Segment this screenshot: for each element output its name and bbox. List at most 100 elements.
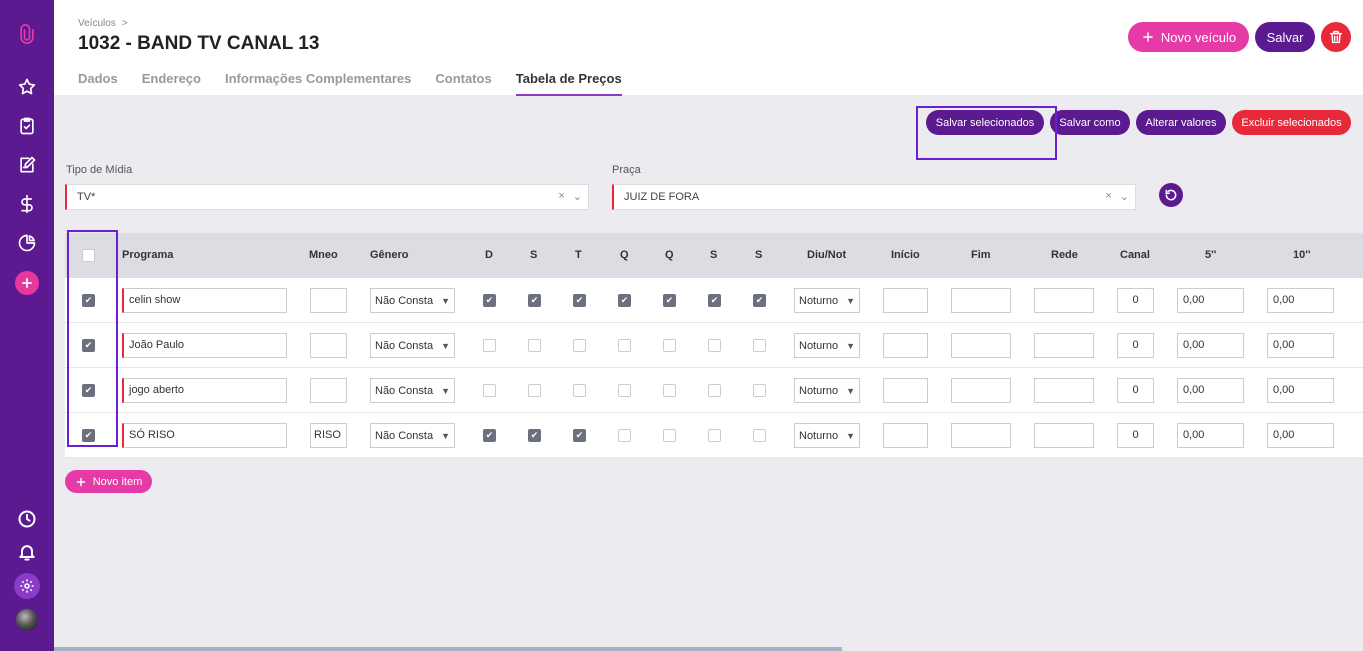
day-t-checkbox[interactable]: ✔: [573, 429, 586, 442]
programa-input[interactable]: jogo aberto: [122, 378, 287, 403]
media-type-select[interactable]: TV* × ⌄: [65, 184, 589, 210]
clock-icon[interactable]: [0, 505, 54, 533]
day-q-checkbox[interactable]: ✔: [663, 294, 676, 307]
price-10s-input[interactable]: 0,00: [1267, 333, 1334, 358]
day-q-checkbox[interactable]: [618, 339, 631, 352]
price-5s-input[interactable]: 0,00: [1177, 378, 1244, 403]
canal-input[interactable]: 0: [1117, 423, 1154, 448]
change-values-button[interactable]: Alterar valores: [1136, 110, 1226, 135]
mneo-input[interactable]: [310, 288, 347, 313]
mneo-input[interactable]: RISO: [310, 423, 347, 448]
price-10s-input[interactable]: 0,00: [1267, 378, 1334, 403]
day-s-checkbox[interactable]: [753, 384, 766, 397]
save-as-button[interactable]: Salvar como: [1050, 110, 1130, 135]
day-q-checkbox[interactable]: [663, 339, 676, 352]
pie-chart-icon[interactable]: [0, 229, 54, 257]
fim-input[interactable]: [951, 288, 1011, 313]
diu-not-select[interactable]: Noturno ▼: [794, 333, 860, 358]
genero-select[interactable]: Não Consta ▼: [370, 288, 455, 313]
price-5s-input[interactable]: 0,00: [1177, 423, 1244, 448]
canal-input[interactable]: 0: [1117, 378, 1154, 403]
day-q-checkbox[interactable]: [618, 384, 631, 397]
price-5s-input[interactable]: 0,00: [1177, 288, 1244, 313]
programa-input[interactable]: celin show: [122, 288, 287, 313]
edit-icon[interactable]: [0, 151, 54, 179]
day-t-checkbox[interactable]: ✔: [573, 294, 586, 307]
day-s-checkbox[interactable]: [528, 339, 541, 352]
mneo-input[interactable]: [310, 378, 347, 403]
day-q-checkbox[interactable]: [618, 429, 631, 442]
star-icon[interactable]: [0, 73, 54, 101]
clear-icon[interactable]: ×: [1105, 190, 1111, 203]
paperclip-icon[interactable]: [0, 20, 54, 48]
plus-icon[interactable]: [15, 271, 39, 295]
inicio-input[interactable]: [883, 333, 928, 358]
day-d-checkbox[interactable]: [483, 339, 496, 352]
rede-input[interactable]: [1034, 333, 1094, 358]
rede-input[interactable]: [1034, 288, 1094, 313]
day-s-checkbox[interactable]: ✔: [753, 294, 766, 307]
day-s-checkbox[interactable]: [528, 384, 541, 397]
save-button[interactable]: Salvar: [1255, 22, 1315, 52]
chevron-down-icon[interactable]: ⌄: [573, 190, 582, 203]
delete-button[interactable]: [1321, 22, 1351, 52]
new-vehicle-button[interactable]: Novo veículo: [1128, 22, 1249, 52]
day-s-checkbox[interactable]: ✔: [528, 294, 541, 307]
clear-icon[interactable]: ×: [558, 190, 564, 203]
price-5s-input[interactable]: 0,00: [1177, 333, 1244, 358]
inicio-input[interactable]: [883, 378, 928, 403]
tab-contatos[interactable]: Contatos: [435, 71, 491, 96]
inicio-input[interactable]: [883, 288, 928, 313]
horizontal-scrollbar[interactable]: [54, 647, 842, 651]
rede-input[interactable]: [1034, 423, 1094, 448]
day-s-checkbox[interactable]: [708, 339, 721, 352]
diu-not-select[interactable]: Noturno ▼: [794, 288, 860, 313]
programa-input[interactable]: João Paulo: [122, 333, 287, 358]
chevron-down-icon[interactable]: ⌄: [1120, 190, 1129, 203]
breadcrumb-link[interactable]: Veículos: [78, 18, 116, 29]
day-s-checkbox[interactable]: [753, 429, 766, 442]
clipboard-check-icon[interactable]: [0, 112, 54, 140]
day-q-checkbox[interactable]: [663, 429, 676, 442]
inicio-input[interactable]: [883, 423, 928, 448]
tab-dados[interactable]: Dados: [78, 71, 118, 96]
bell-icon[interactable]: [0, 538, 54, 566]
price-10s-input[interactable]: 0,00: [1267, 288, 1334, 313]
rede-input[interactable]: [1034, 378, 1094, 403]
delete-selected-button[interactable]: Excluir selecionados: [1232, 110, 1351, 135]
day-q-checkbox[interactable]: ✔: [618, 294, 631, 307]
day-s-checkbox[interactable]: [708, 429, 721, 442]
gear-icon[interactable]: [14, 573, 40, 599]
new-item-button[interactable]: Novo item: [65, 470, 152, 493]
avatar[interactable]: [16, 609, 38, 631]
day-s-checkbox[interactable]: [708, 384, 721, 397]
genero-select[interactable]: Não Consta ▼: [370, 378, 455, 403]
fim-input[interactable]: [951, 378, 1011, 403]
day-q-checkbox[interactable]: [663, 384, 676, 397]
day-s-checkbox[interactable]: ✔: [708, 294, 721, 307]
mneo-input[interactable]: [310, 333, 347, 358]
price-10s-input[interactable]: 0,00: [1267, 423, 1334, 448]
day-d-checkbox[interactable]: ✔: [483, 294, 496, 307]
day-s-checkbox[interactable]: ✔: [528, 429, 541, 442]
day-s-checkbox[interactable]: [753, 339, 766, 352]
diu-not-select[interactable]: Noturno ▼: [794, 423, 860, 448]
canal-input[interactable]: 0: [1117, 333, 1154, 358]
dollar-icon[interactable]: [0, 190, 54, 218]
canal-input[interactable]: 0: [1117, 288, 1154, 313]
day-t-checkbox[interactable]: [573, 384, 586, 397]
day-t-checkbox[interactable]: [573, 339, 586, 352]
programa-input[interactable]: SÓ RISO: [122, 423, 287, 448]
genero-select[interactable]: Não Consta ▼: [370, 333, 455, 358]
fim-input[interactable]: [951, 423, 1011, 448]
day-d-checkbox[interactable]: [483, 384, 496, 397]
tab-informacoes-complementares[interactable]: Informações Complementares: [225, 71, 411, 96]
genero-select[interactable]: Não Consta ▼: [370, 423, 455, 448]
place-select[interactable]: JUIZ DE FORA × ⌄: [612, 184, 1136, 210]
day-d-checkbox[interactable]: ✔: [483, 429, 496, 442]
tab-tabela-de-precos[interactable]: Tabela de Preços: [515, 71, 622, 96]
diu-not-select[interactable]: Noturno ▼: [794, 378, 860, 403]
tab-endereco[interactable]: Endereço: [142, 71, 201, 96]
refresh-button[interactable]: [1159, 183, 1183, 207]
fim-input[interactable]: [951, 333, 1011, 358]
